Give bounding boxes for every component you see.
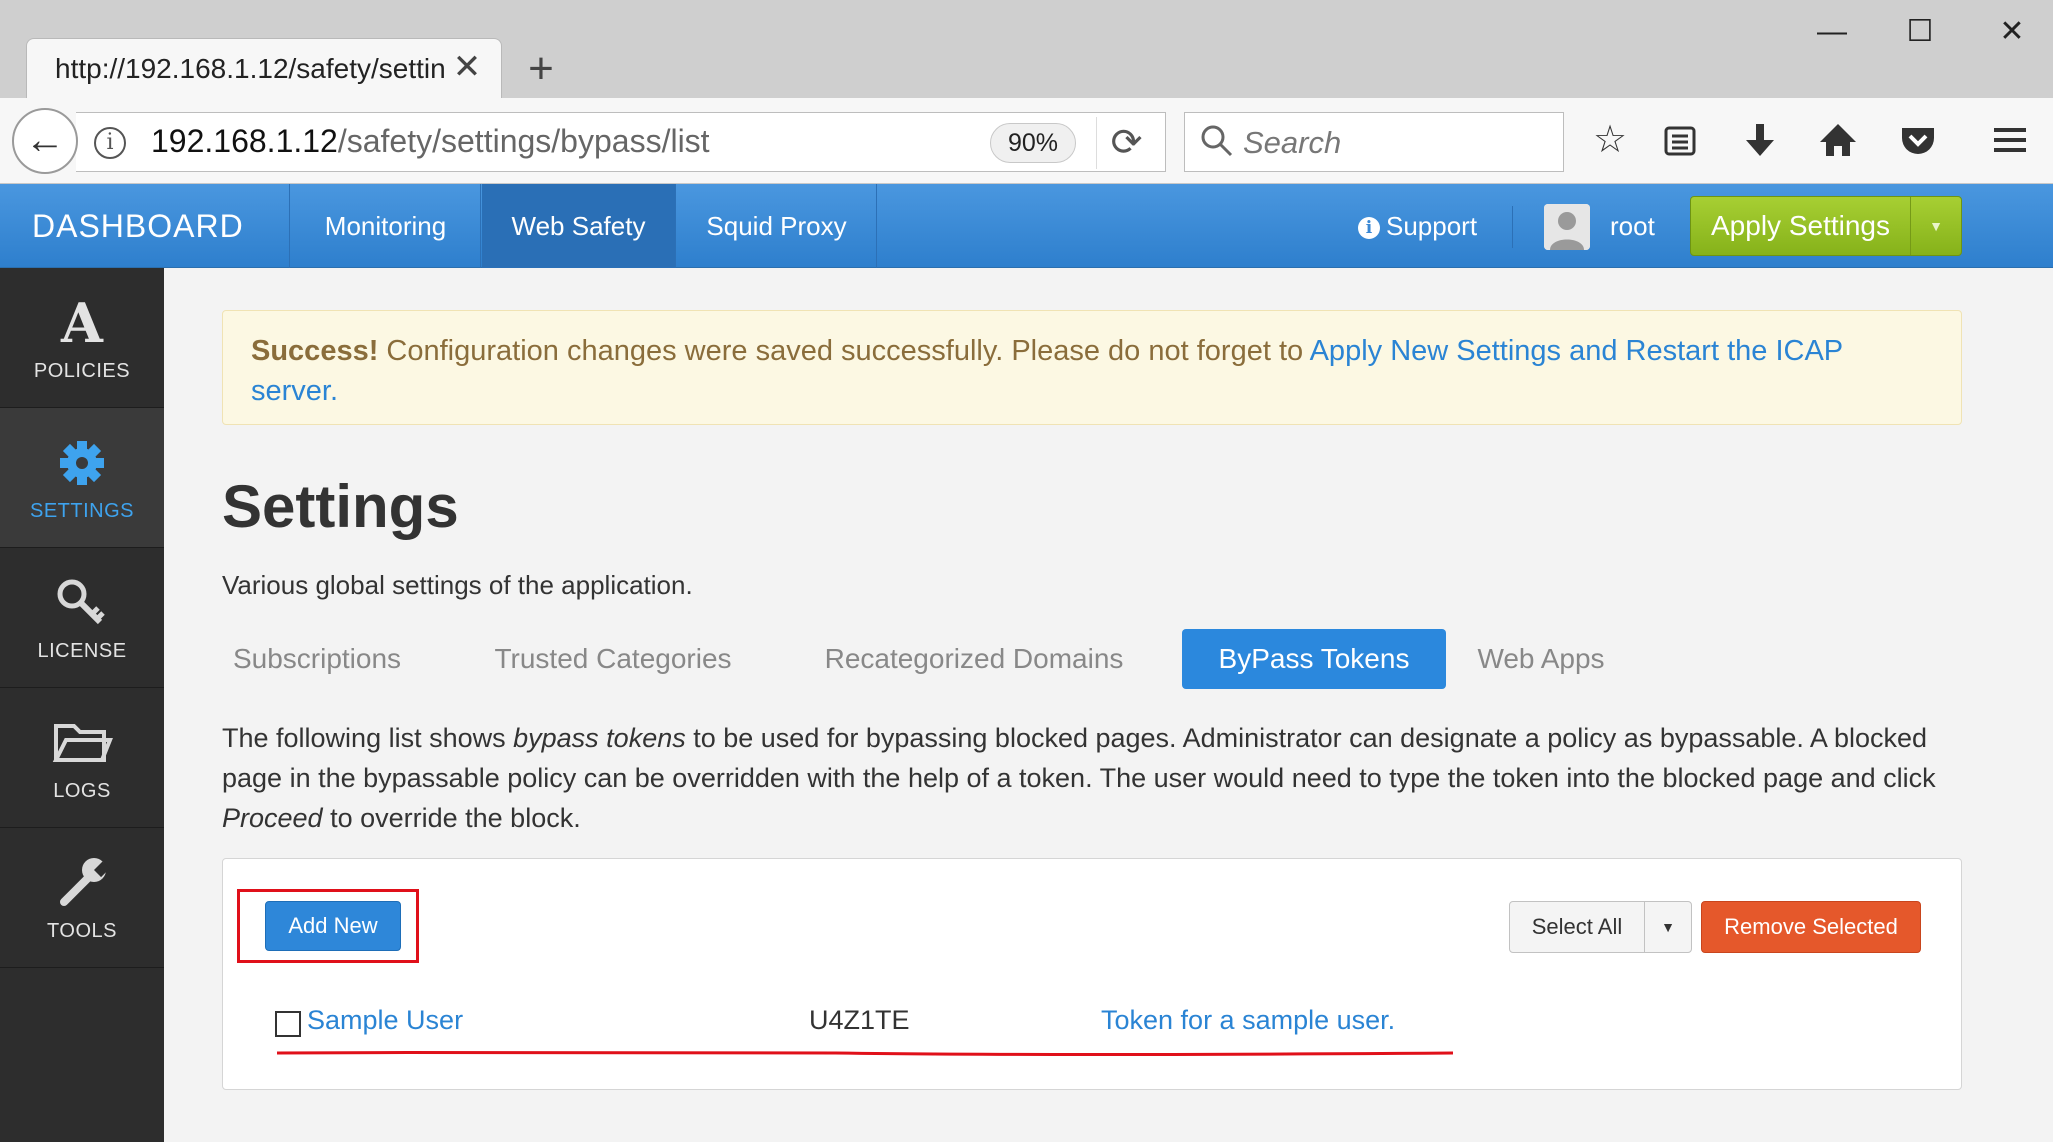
url-host: 192.168.1.12 xyxy=(151,123,338,159)
desc-part: The following list shows xyxy=(222,723,514,753)
sidebar-item-logs[interactable]: LOGS xyxy=(0,688,164,828)
desc-part: to override the block. xyxy=(322,803,581,833)
bookmark-star-icon[interactable]: ☆ xyxy=(1584,114,1636,166)
browser-nav-bar: i 192.168.1.12/safety/settings/bypass/li… xyxy=(0,98,2053,184)
folder-icon xyxy=(52,724,113,762)
wrench-icon xyxy=(60,858,110,906)
apply-settings-label: Apply Settings xyxy=(1691,197,1911,255)
sidebar-item-label: LICENSE xyxy=(37,640,127,662)
tab-trusted-categories[interactable]: Trusted Categories xyxy=(478,629,748,689)
app-header: DASHBOARD Monitoring Web Safety Squid Pr… xyxy=(0,184,2053,268)
tab-web-apps[interactable]: Web Apps xyxy=(1466,629,1616,689)
reading-list-icon[interactable] xyxy=(1654,114,1706,166)
url-text[interactable]: 192.168.1.12/safety/settings/bypass/list xyxy=(151,123,710,160)
support-link[interactable]: i Support xyxy=(1358,184,1477,268)
nav-web-safety[interactable]: Web Safety xyxy=(482,184,676,268)
address-bar[interactable]: i 192.168.1.12/safety/settings/bypass/li… xyxy=(76,112,1166,172)
sidebar-item-label: POLICIES xyxy=(33,360,131,382)
tab-bypass-tokens[interactable]: ByPass Tokens xyxy=(1182,629,1446,689)
minimize-icon[interactable]: — xyxy=(1800,12,1864,52)
key-icon xyxy=(57,579,105,625)
search-icon xyxy=(1201,125,1233,157)
highlight-underline xyxy=(276,1050,1454,1056)
browser-tab-title: http://192.168.1.12/safety/settin xyxy=(55,53,445,84)
sidebar-item-tools[interactable]: TOOLS xyxy=(0,828,164,968)
nav-squid-proxy[interactable]: Squid Proxy xyxy=(677,184,877,268)
info-icon[interactable]: i xyxy=(94,127,126,159)
policies-icon: A xyxy=(61,291,103,355)
add-new-button[interactable]: Add New xyxy=(265,901,401,951)
sidebar-item-settings[interactable]: SETTINGS xyxy=(0,408,164,548)
sidebar-item-label: TOOLS xyxy=(47,920,117,942)
tokens-panel: Add New Select All ▼ Remove Selected Sam… xyxy=(222,858,1962,1090)
avatar[interactable] xyxy=(1544,204,1590,250)
support-label: Support xyxy=(1386,211,1478,241)
select-all-button[interactable]: Select All xyxy=(1509,901,1645,953)
chevron-down-icon[interactable]: ▼ xyxy=(1911,197,1961,255)
alert-strong: Success! xyxy=(251,335,379,367)
brand-logo[interactable]: DASHBOARD xyxy=(0,184,290,268)
new-tab-icon[interactable]: + xyxy=(516,44,566,94)
token-name-link[interactable]: Sample User xyxy=(307,1005,463,1036)
info-circle-icon: i xyxy=(1358,217,1380,239)
menu-icon[interactable] xyxy=(1984,114,2036,166)
search-input[interactable]: Search xyxy=(1184,112,1564,172)
nav-monitoring[interactable]: Monitoring xyxy=(291,184,481,268)
sidebar-item-label: LOGS xyxy=(53,780,111,802)
alert-text: Configuration changes were saved success… xyxy=(378,335,1310,367)
tab-recategorized-domains[interactable]: Recategorized Domains xyxy=(810,629,1138,689)
search-placeholder: Search xyxy=(1243,125,1342,160)
browser-tab-bar: http://192.168.1.12/safety/settin ✕ + — … xyxy=(0,0,2053,100)
url-path: /safety/settings/bypass/list xyxy=(337,123,710,159)
reload-icon[interactable]: ⟳ xyxy=(1096,117,1156,169)
close-tab-icon[interactable]: ✕ xyxy=(447,45,487,89)
apply-settings-button[interactable]: Apply Settings ▼ xyxy=(1690,196,1962,256)
page-title: Settings xyxy=(222,473,459,540)
sidebar-item-policies[interactable]: A POLICIES xyxy=(0,268,164,408)
back-arrow-icon[interactable]: ← xyxy=(12,108,78,174)
tab-subscriptions[interactable]: Subscriptions xyxy=(222,629,412,689)
bypass-description: The following list shows bypass tokens t… xyxy=(222,718,1982,838)
pocket-icon[interactable] xyxy=(1892,114,1944,166)
home-icon[interactable] xyxy=(1812,114,1864,166)
window-close-icon[interactable]: ✕ xyxy=(1980,12,2044,52)
username[interactable]: root xyxy=(1610,184,1655,268)
page-subtitle: Various global settings of the applicati… xyxy=(222,570,693,600)
remove-selected-button[interactable]: Remove Selected xyxy=(1701,901,1921,953)
token-value: U4Z1TE xyxy=(809,1005,910,1035)
token-comment-link[interactable]: Token for a sample user. xyxy=(1101,1005,1395,1036)
gear-icon xyxy=(60,441,104,485)
desc-emphasis: Proceed xyxy=(222,803,323,833)
sidebar: A POLICIES SETTINGS LICENSE LOGS TOOLS xyxy=(0,268,164,1142)
download-icon[interactable] xyxy=(1734,114,1786,166)
row-checkbox[interactable] xyxy=(275,1011,301,1037)
chevron-down-icon[interactable]: ▼ xyxy=(1644,901,1692,953)
sidebar-item-license[interactable]: LICENSE xyxy=(0,548,164,688)
zoom-level[interactable]: 90% xyxy=(990,123,1076,163)
maximize-icon[interactable]: ☐ xyxy=(1888,12,1952,52)
header-divider xyxy=(1512,206,1513,248)
success-alert: Success! Configuration changes were save… xyxy=(222,310,1962,425)
desc-emphasis: bypass tokens xyxy=(513,723,686,753)
sidebar-item-label: SETTINGS xyxy=(29,500,134,522)
browser-tab[interactable]: http://192.168.1.12/safety/settin ✕ xyxy=(26,38,502,100)
